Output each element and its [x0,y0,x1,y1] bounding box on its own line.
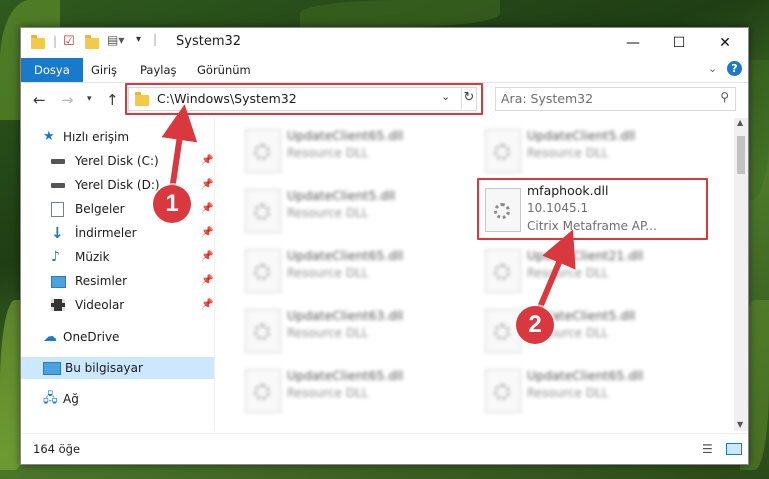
step-badge-2: 2 [516,306,554,344]
arrow-2 [535,229,576,314]
step-badge-1: 1 [153,185,191,223]
annotation-arrows [161,104,576,314]
arrow-1 [161,104,198,191]
